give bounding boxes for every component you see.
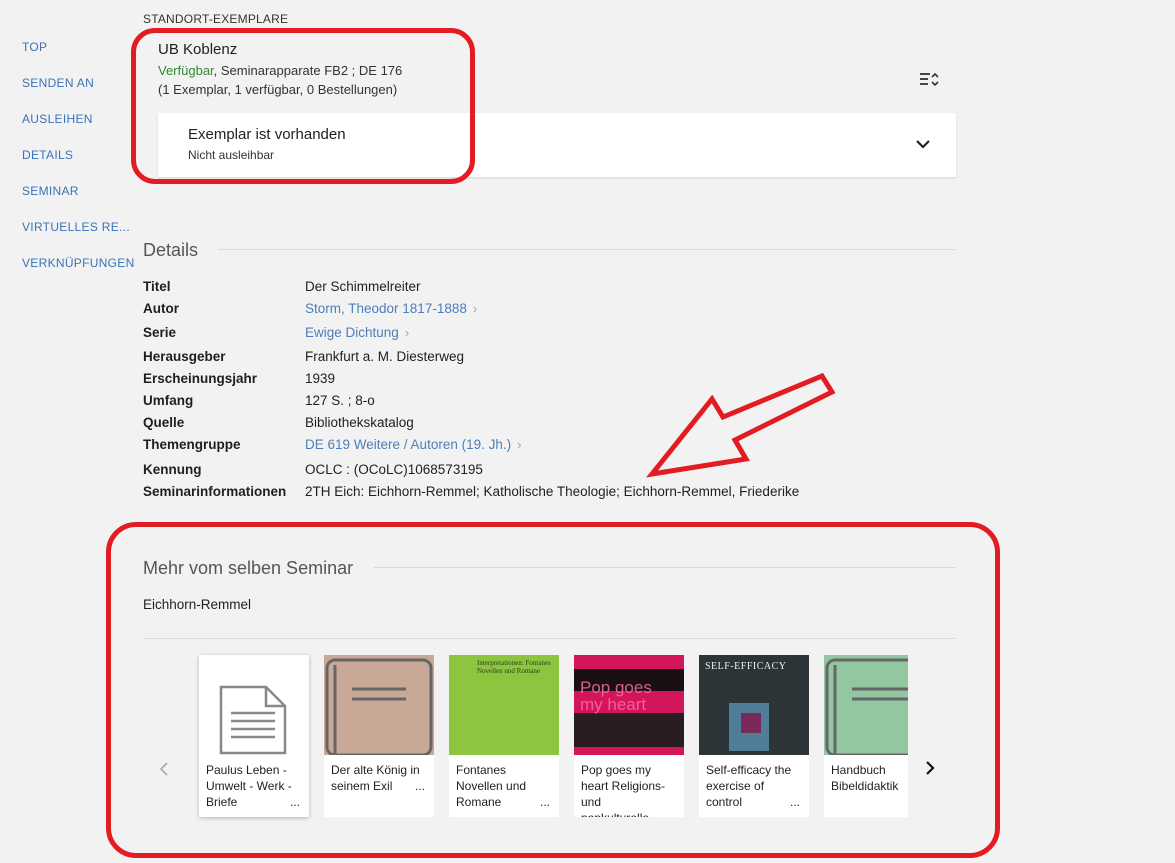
details-divider (218, 249, 956, 250)
holding-summary: (1 Exemplar, 1 verfügbar, 0 Bestellungen… (158, 82, 398, 97)
holding-status-line: Verfügbar, Seminarapparate FB2 ; DE 176 (158, 63, 402, 78)
exemplar-title: Exemplar ist vorhanden (188, 126, 346, 143)
series-link[interactable]: Ewige Dichtung (305, 325, 399, 340)
nav-details[interactable]: DETAILS (22, 148, 73, 162)
detail-label-serie: Serie (143, 325, 177, 340)
book-card[interactable]: SELF-EFFICACY Self-efficacy the exercise… (699, 655, 809, 817)
detail-label-umfang: Umfang (143, 393, 194, 408)
detail-value-seminarinformationen: 2TH Eich: Eichhorn-Remmel; Katholische T… (305, 484, 800, 499)
book-title: Pop goes my heart Religions- und popkult… (581, 763, 666, 817)
detail-value-serie[interactable]: Ewige Dichtung › (305, 325, 409, 340)
detail-value-herausgeber: Frankfurt a. M. Diesterweg (305, 349, 465, 364)
cover-self-efficacy: SELF-EFFICACY (699, 655, 809, 755)
detail-value-autor[interactable]: Storm, Theodor 1817-1888 › (305, 301, 477, 316)
book-title: Paulus Leben - Umwelt - Werk - Briefe (206, 763, 292, 809)
nav-ausleihen[interactable]: AUSLEIHEN (22, 112, 93, 126)
seminar-divider (374, 567, 956, 568)
holding-location: , Seminarapparate FB2 ; DE 176 (213, 63, 403, 78)
detail-label-titel: Titel (143, 279, 171, 294)
detail-label-kennung: Kennung (143, 462, 202, 477)
detail-label-erscheinungsjahr: Erscheinungsjahr (143, 371, 258, 386)
seminar-name: Eichhorn-Remmel (143, 597, 252, 612)
cover-text: Interpretationen: Fontanes Novellen und … (477, 659, 551, 675)
seminar-heading: Mehr vom selben Seminar (143, 558, 354, 578)
chevron-right-icon: › (472, 301, 478, 316)
carousel-prev-icon[interactable] (158, 760, 170, 783)
holding-library[interactable]: UB Koblenz (158, 41, 237, 58)
chevron-down-icon[interactable] (914, 135, 932, 153)
nav-verknuepfungen[interactable]: VERKNÜPFUNGEN (22, 256, 135, 270)
book-card[interactable]: Paulus Leben - Umwelt - Werk - Briefe ..… (199, 655, 309, 817)
annotation-arrow-icon (646, 372, 836, 478)
book-title: Self-efficacy the exercise of control (706, 763, 792, 809)
detail-value-umfang: 127 S. ; 8-o (305, 393, 375, 408)
book-title: Der alte König in seinem Exil (331, 763, 420, 793)
nav-virtuelles-re[interactable]: VIRTUELLES RE... (22, 220, 130, 234)
detail-value-titel: Der Schimmelreiter (305, 279, 421, 294)
nav-top[interactable]: TOP (22, 40, 47, 54)
book-icon (324, 655, 434, 757)
nav-senden-an[interactable]: SENDEN AN (22, 76, 94, 90)
book-card[interactable]: Interpretationen: Fontanes Novellen und … (449, 655, 559, 817)
detail-value-themengruppe[interactable]: DE 619 Weitere / Autoren (19. Jh.) › (305, 437, 521, 452)
detail-value-quelle: Bibliothekskatalog (305, 415, 414, 430)
document-icon (199, 655, 309, 755)
nav-seminar[interactable]: SEMINAR (22, 184, 79, 198)
book-title: Fontanes Novellen und Romane (456, 763, 527, 809)
sort-list-icon[interactable] (918, 69, 940, 91)
cover-fontane: Interpretationen: Fontanes Novellen und … (449, 655, 559, 755)
cover-text: Pop goes my heart (580, 678, 652, 714)
exemplar-row[interactable]: Exemplar ist vorhanden Nicht ausleihbar (158, 113, 956, 177)
cover-text: SELF-EFFICACY (705, 661, 787, 672)
ellipsis: ... (539, 795, 550, 809)
detail-label-autor: Autor (143, 301, 179, 316)
availability-status: Verfügbar (158, 63, 214, 78)
detail-label-themengruppe: Themengruppe (143, 437, 241, 452)
topic-group-link[interactable]: DE 619 Weitere / Autoren (19. Jh.) (305, 437, 511, 452)
detail-label-seminarinformationen: Seminarinformationen (143, 484, 287, 499)
exemplar-subtitle: Nicht ausleihbar (188, 148, 275, 162)
detail-value-erscheinungsjahr: 1939 (305, 371, 336, 386)
book-icon (824, 655, 908, 757)
detail-label-quelle: Quelle (143, 415, 185, 430)
ellipsis: ... (414, 779, 425, 793)
author-link[interactable]: Storm, Theodor 1817-1888 (305, 301, 467, 316)
ellipsis: ... (789, 795, 800, 809)
cover-pop: Pop goes my heart (574, 655, 684, 755)
book-card[interactable]: Der alte König in seinem Exil ... (324, 655, 434, 817)
seminar-divider-2 (143, 638, 956, 639)
detail-value-kennung: OCLC : (OCoLC)1068573195 (305, 462, 483, 477)
book-card[interactable]: Handbuch Bibeldidaktik (824, 655, 908, 817)
book-card[interactable]: Pop goes my heart Pop goes my heart Reli… (574, 655, 684, 817)
chevron-right-icon: › (517, 437, 522, 452)
carousel-next-icon[interactable] (924, 758, 936, 783)
details-heading: Details (143, 240, 199, 260)
holdings-section-label: STANDORT-EXEMPLARE (143, 12, 289, 26)
book-title: Handbuch Bibeldidaktik (831, 763, 899, 793)
detail-label-herausgeber: Herausgeber (143, 349, 226, 364)
ellipsis: ... (289, 795, 300, 809)
chevron-right-icon: › (404, 325, 410, 340)
